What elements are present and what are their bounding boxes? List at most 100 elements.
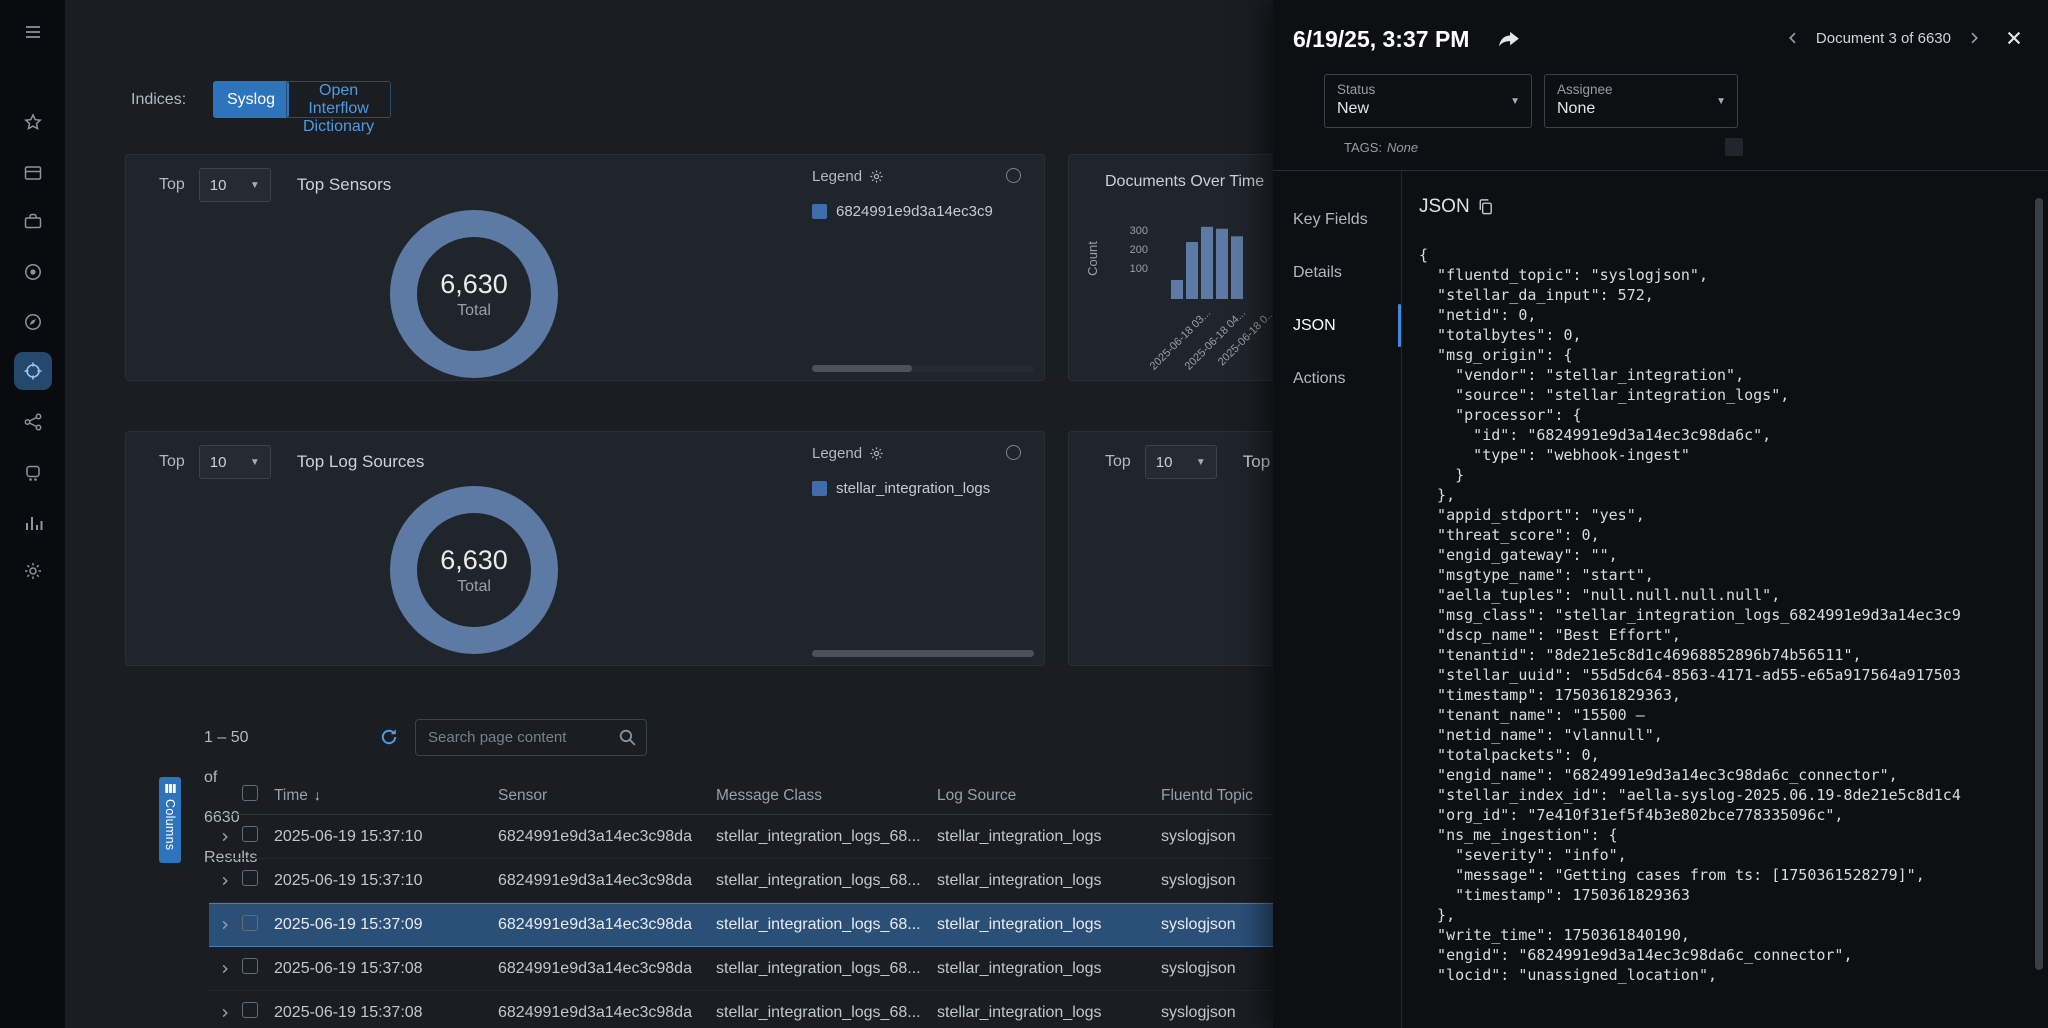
cell-time: 2025-06-19 15:37:09 <box>274 916 498 934</box>
search-icon[interactable] <box>617 727 638 748</box>
gear-icon[interactable] <box>14 552 52 590</box>
row-checkbox[interactable] <box>242 958 258 974</box>
top-log-sources-donut-chart[interactable]: 6,630 Total <box>390 486 558 654</box>
close-icon[interactable] <box>2005 29 2023 47</box>
expand-chevron-icon[interactable] <box>219 831 231 843</box>
tab-label: Key Fields <box>1293 211 1368 229</box>
legend: Legend 6824991e9d3a14ec3c9 <box>812 163 1034 220</box>
xtick-0: 2025-06-18 03... <box>1148 307 1214 373</box>
row-checkbox[interactable] <box>242 915 258 931</box>
legend-checkbox[interactable] <box>812 204 827 219</box>
col-header-time[interactable]: Time↓ <box>274 787 498 805</box>
top-count-value: 10 <box>210 454 227 471</box>
top-sensors-count-select[interactable]: 10 ▼ <box>199 168 271 202</box>
legend-scrollbar[interactable] <box>812 365 1034 372</box>
legend-scrollbar[interactable] <box>812 650 1034 657</box>
top-sensors-panel: Top 10 ▼ Top Sensors 6,630 Total Legend <box>125 154 1045 381</box>
share-icon[interactable] <box>1497 28 1521 50</box>
cell-sensor: 6824991e9d3a14ec3c98da <box>498 916 716 934</box>
expand-chevron-icon[interactable] <box>219 875 231 887</box>
top-sensors-donut-chart[interactable]: 6,630 Total <box>390 210 558 378</box>
chevron-left-icon[interactable] <box>1785 30 1801 46</box>
table-row[interactable]: 2025-06-19 15:37:10 6824991e9d3a14ec3c98… <box>209 815 1365 859</box>
table-row[interactable]: 2025-06-19 15:37:08 6824991e9d3a14ec3c98… <box>209 991 1365 1028</box>
crosshair-icon[interactable] <box>14 352 52 390</box>
copy-icon[interactable] <box>1476 197 1495 216</box>
col-header-message-class[interactable]: Message Class <box>716 787 937 805</box>
donut-center: 6,630 Total <box>390 210 558 378</box>
table-row[interactable]: 2025-06-19 15:37:09 6824991e9d3a14ec3c98… <box>209 903 1365 947</box>
expand-chevron-icon[interactable] <box>219 1007 231 1019</box>
menu-icon[interactable] <box>14 13 52 51</box>
refresh-icon[interactable] <box>379 727 399 747</box>
tab-json[interactable]: JSON <box>1273 299 1401 352</box>
table-row[interactable]: 2025-06-19 15:37:10 6824991e9d3a14ec3c98… <box>209 859 1365 903</box>
donut-total-label: Total <box>457 578 491 596</box>
chevron-down-icon: ▼ <box>250 180 260 191</box>
row-checkbox[interactable] <box>242 870 258 886</box>
document-detail-drawer: 6/19/25, 3:37 PM Document 3 of 6630 Stat… <box>1273 0 2048 1028</box>
cell-log-source: stellar_integration_logs <box>937 960 1161 978</box>
star-icon[interactable] <box>14 104 52 142</box>
window-icon[interactable] <box>14 154 52 192</box>
legend-label: Legend <box>812 168 862 185</box>
legend-gear-icon[interactable] <box>869 169 884 184</box>
columns-button[interactable]: Columns <box>159 777 181 863</box>
cell-sensor: 6824991e9d3a14ec3c98da <box>498 828 716 846</box>
docs-chart-bars <box>1171 227 1243 299</box>
row-checkbox[interactable] <box>242 826 258 842</box>
bar-chart-icon[interactable] <box>14 504 52 542</box>
table-row[interactable]: 2025-06-19 15:37:08 6824991e9d3a14ec3c98… <box>209 947 1365 991</box>
tab-details[interactable]: Details <box>1273 246 1401 299</box>
legend-checkbox[interactable] <box>812 481 827 496</box>
legend-item-label: stellar_integration_logs <box>836 480 990 497</box>
open-interflow-dictionary-button[interactable]: Open Interflow Dictionary <box>286 81 391 118</box>
col-header-log-source[interactable]: Log Source <box>937 787 1161 805</box>
scrollbar-thumb[interactable] <box>812 650 1034 657</box>
compass-icon[interactable] <box>14 303 52 341</box>
chevron-right-icon[interactable] <box>1966 30 1982 46</box>
expand-chevron-icon[interactable] <box>219 919 231 931</box>
legend-radio[interactable] <box>1006 445 1021 460</box>
ytick-100: 100 <box>1112 263 1148 275</box>
disc-icon[interactable] <box>14 253 52 291</box>
search-input[interactable] <box>415 719 647 756</box>
partial-panel-count-select[interactable]: 10 ▼ <box>1145 445 1217 479</box>
legend-radio[interactable] <box>1006 168 1021 183</box>
syslog-button[interactable]: Syslog <box>213 81 289 118</box>
briefcase-icon[interactable] <box>14 202 52 240</box>
json-content[interactable]: { "fluentd_topic": "syslogjson", "stella… <box>1419 245 2026 1028</box>
donut-total-value: 6,630 <box>440 545 508 576</box>
tab-actions[interactable]: Actions <box>1273 352 1401 405</box>
robot-icon[interactable] <box>14 454 52 492</box>
drawer-divider <box>1273 170 2048 171</box>
cell-message-class: stellar_integration_logs_68... <box>716 960 937 978</box>
legend-item[interactable]: 6824991e9d3a14ec3c9 <box>812 203 1034 220</box>
share-network-icon[interactable] <box>14 403 52 441</box>
top-label: Top <box>1105 453 1131 471</box>
tab-key-fields[interactable]: Key Fields <box>1273 193 1401 246</box>
col-header-sensor[interactable]: Sensor <box>498 787 716 805</box>
status-dropdown[interactable]: Status New ▼ <box>1324 74 1532 128</box>
select-all-checkbox[interactable] <box>242 785 258 801</box>
legend-gear-icon[interactable] <box>869 446 884 461</box>
columns-grid-icon <box>164 782 177 795</box>
drawer-scrollbar-thumb[interactable] <box>2035 198 2043 970</box>
expand-chevron-icon[interactable] <box>219 963 231 975</box>
expand-cell <box>209 1007 242 1019</box>
cell-time: 2025-06-19 15:37:10 <box>274 872 498 890</box>
assignee-dropdown[interactable]: Assignee None ▼ <box>1544 74 1738 128</box>
legend-item[interactable]: stellar_integration_logs <box>812 480 1034 497</box>
search-box <box>415 719 647 756</box>
top-count-value: 10 <box>210 177 227 194</box>
row-checkbox[interactable] <box>242 1002 258 1018</box>
tags-value: None <box>1387 140 1418 155</box>
scrollbar-thumb[interactable] <box>812 365 912 372</box>
tags-action-button[interactable] <box>1725 138 1743 156</box>
col-header-time-label: Time <box>274 787 308 804</box>
top-log-sources-count-select[interactable]: 10 ▼ <box>199 445 271 479</box>
top-sensors-title: Top Sensors <box>297 175 392 195</box>
assignee-value: None <box>1557 100 1725 118</box>
top-log-sources-title: Top Log Sources <box>297 452 425 472</box>
cell-time: 2025-06-19 15:37:08 <box>274 960 498 978</box>
